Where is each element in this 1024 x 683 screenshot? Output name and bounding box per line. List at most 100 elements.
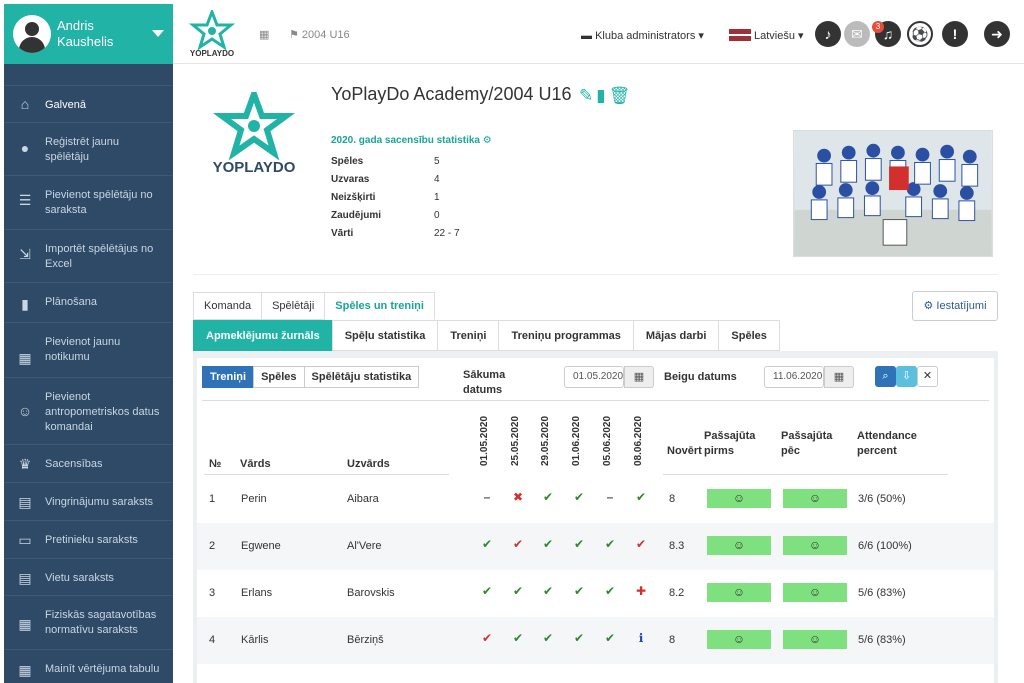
sidebar-item-0[interactable]: ⌂ Galvenā: [4, 85, 173, 122]
ambulance-icon[interactable]: ✚: [634, 584, 648, 599]
gear-icon[interactable]: ⚙: [483, 135, 492, 146]
football-icon[interactable]: ⚽: [907, 21, 933, 47]
check-icon[interactable]: ✔: [572, 490, 586, 505]
dash-icon[interactable]: –: [603, 490, 617, 505]
edit-icon[interactable]: ✎: [579, 86, 596, 105]
user-menu[interactable]: Andris Kaushelis: [4, 4, 173, 64]
user-name: Andris Kaushelis: [57, 18, 114, 49]
player-name: Egwene: [241, 540, 281, 552]
subtab-4[interactable]: Mājas darbi: [632, 320, 720, 351]
segment-1[interactable]: Spēles: [253, 366, 305, 388]
sidebar-item-1[interactable]: ● Reģistrēt jaunu spēlētāju: [4, 122, 173, 175]
microphone-icon[interactable]: ♪: [815, 21, 841, 47]
check-red-icon[interactable]: ✔: [634, 537, 648, 552]
subtab-2[interactable]: Treniņi: [437, 320, 500, 351]
book-icon[interactable]: ▮: [596, 86, 608, 105]
breadcrumb[interactable]: ⚑ 2004 U16: [289, 28, 350, 41]
import-icon: ⇲: [19, 246, 31, 262]
sidebar-item-12[interactable]: ▦ Mainīt vērtējuma tabulu: [4, 649, 173, 678]
tab-1[interactable]: Spēlētāji: [261, 292, 326, 320]
settings-button[interactable]: ⚙ Iestatījumi: [912, 291, 998, 321]
check-icon[interactable]: ✔: [541, 537, 555, 552]
sidebar-item-6[interactable]: ☺ Pievienot antropometriskos datus komand…: [4, 377, 173, 444]
sidebar-item-label: Pretinieku saraksts: [45, 534, 138, 546]
check-icon[interactable]: ✔: [572, 584, 586, 599]
sidebar-item-3[interactable]: ⇲ Importēt spēlētājus no Excel: [4, 229, 173, 282]
language-dropdown[interactable]: Latviešu ▾: [729, 29, 804, 42]
list-alt-icon: ▤: [18, 494, 32, 510]
sidebar-item-2[interactable]: ☰ Pievienot spēlētāju no saraksta: [4, 175, 173, 229]
alert-icon[interactable]: !: [942, 21, 968, 47]
trophy-icon: ♛: [18, 456, 32, 472]
segment-2[interactable]: Spēlētāju statistika: [303, 366, 420, 388]
yoplaydo-logo[interactable]: YOPLAYDO: [189, 10, 235, 58]
sidebar-item-10[interactable]: ▤ Vietu saraksts: [4, 558, 173, 595]
check-red-icon[interactable]: ✔: [511, 537, 525, 552]
team-photo: [793, 130, 993, 257]
clear-button[interactable]: ✕: [917, 366, 938, 387]
sidebar-item-5[interactable]: ▦ Pievienot jaunu notikumu: [4, 322, 173, 377]
check-icon[interactable]: ✔: [603, 584, 617, 599]
tab-0[interactable]: Komanda: [193, 292, 263, 320]
check-icon[interactable]: ✔: [572, 631, 586, 646]
col-attendance: Attendance percent: [857, 430, 917, 457]
table-row[interactable]: 3 Erlans Barovskis ✔ ✔ ✔ ✔ ✔ ✚ 8.2 ☺ ☺ 5/6 (83%): [197, 570, 994, 617]
check-icon[interactable]: ✔: [541, 631, 555, 646]
download-icon: ⇩: [901, 370, 912, 382]
role-dropdown[interactable]: ▬ Kluba administrators ▾: [581, 29, 704, 42]
top-header: YOPLAYDO ▦ ⚑ 2004 U16 ▬ Kluba administra…: [173, 4, 1024, 64]
trash-icon[interactable]: 🗑: [609, 86, 634, 105]
export-button[interactable]: ⇩: [896, 366, 917, 387]
subtab-5[interactable]: Spēles: [718, 320, 780, 351]
calendar-icon[interactable]: ▦: [824, 366, 854, 388]
player-surname: Aibara: [347, 493, 379, 505]
check-icon[interactable]: ✔: [480, 537, 494, 552]
check-red-icon[interactable]: ✔: [480, 631, 494, 646]
sidebar-item-8[interactable]: ▤ Vingrinājumu saraksts: [4, 482, 173, 520]
player-rating: 8.2: [669, 587, 685, 599]
sidebar-item-7[interactable]: ♛ Sacensības: [4, 444, 173, 482]
list-icon: ☰: [18, 192, 32, 208]
calendar-icon[interactable]: ▦: [624, 366, 654, 388]
check-icon[interactable]: ✔: [480, 584, 494, 599]
dash-icon[interactable]: –: [480, 490, 494, 505]
check-icon[interactable]: ✔: [603, 537, 617, 552]
check-icon[interactable]: ✔: [572, 537, 586, 552]
check-icon[interactable]: ✔: [511, 631, 525, 646]
logout-icon[interactable]: ➜: [984, 21, 1010, 47]
home-icon: ⌂: [20, 96, 30, 112]
subtab-1[interactable]: Spēļu statistika: [331, 320, 439, 351]
subtab-0[interactable]: Apmeklējumu žurnāls: [193, 320, 333, 351]
check-icon[interactable]: ✔: [511, 584, 525, 599]
sidebar-item-label: Vingrinājumu saraksts: [45, 496, 154, 508]
table-row[interactable]: 4 Kārlis Bērziņš ✔ ✔ ✔ ✔ ✔ ℹ 8 ☺ ☺ 5/6 (83%): [197, 617, 994, 664]
sidebar-item-label: Pievienot jaunu notikumu: [45, 336, 121, 363]
mail-icon[interactable]: ✉: [844, 21, 870, 47]
table-row[interactable]: 1 Perin Aibara – ✖ ✔ ✔ – ✔ 8 ☺ ☺ 3/6 (50%): [197, 476, 994, 523]
start-date-input[interactable]: 01.05.2020: [564, 366, 624, 388]
smile-icon: ☺: [783, 630, 847, 649]
stat-value: 1: [434, 192, 440, 203]
search-button[interactable]: ⌕: [875, 366, 896, 387]
sidebar-item-label: Reģistrēt jaunu spēlētāju: [45, 136, 119, 163]
check-icon[interactable]: ✔: [634, 490, 648, 505]
segment-0[interactable]: Treniņi: [202, 366, 255, 388]
end-date-input[interactable]: 11.06.2020: [764, 366, 824, 388]
info-icon[interactable]: ℹ: [634, 631, 648, 646]
check-icon[interactable]: ✔: [541, 490, 555, 505]
chevron-down-icon[interactable]: [152, 30, 164, 37]
calendar-icon[interactable]: ▦: [259, 28, 269, 41]
person-icon: ☺: [17, 403, 33, 419]
check-icon[interactable]: ✔: [603, 631, 617, 646]
x-icon[interactable]: ✖: [511, 490, 525, 505]
player-name: Erlans: [241, 587, 273, 599]
check-icon[interactable]: ✔: [541, 584, 555, 599]
sidebar-item-9[interactable]: ▭ Pretinieku saraksts: [4, 520, 173, 558]
tab-2[interactable]: Spēles un treniņi: [324, 292, 435, 320]
sidebar-item-11[interactable]: ▦ Fiziskās sagatavotības normatīvu saraks…: [4, 595, 173, 649]
sidebar-item-4[interactable]: ▮ Plānošana: [4, 282, 173, 322]
subtab-3[interactable]: Treniņu programmas: [498, 320, 634, 351]
stats-title[interactable]: 2020. gada sacensību statistika ⚙: [331, 135, 492, 146]
sidebar-item-label: Fiziskās sagatavotības normatīvu sarakst…: [45, 609, 157, 636]
table-row[interactable]: 2 Egwene Al'Vere ✔ ✔ ✔ ✔ ✔ ✔ 8.3 ☺ ☺ 6/6 (100%): [197, 523, 994, 570]
